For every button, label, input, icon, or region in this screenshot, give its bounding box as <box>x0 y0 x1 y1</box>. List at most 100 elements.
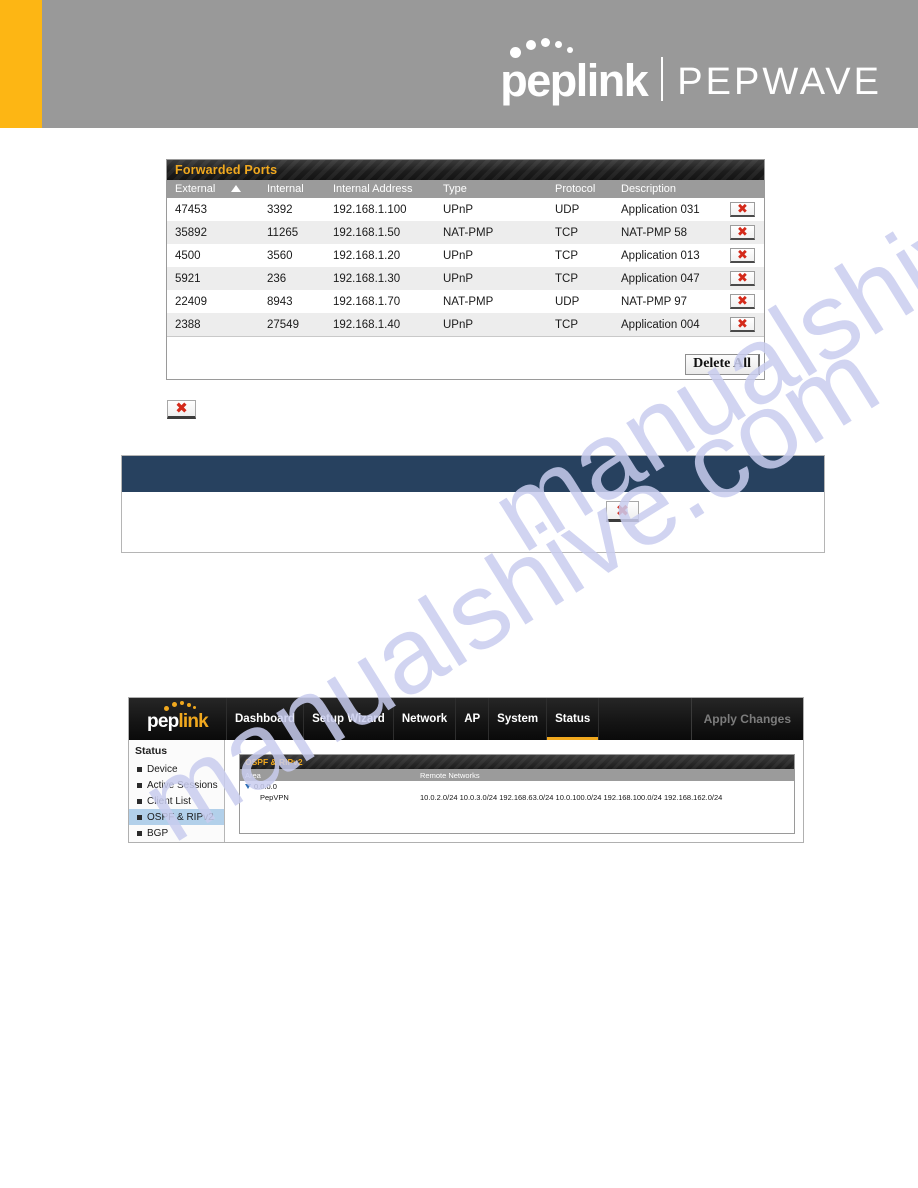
ospf-table-header-row: Area Remote Networks <box>240 769 794 781</box>
nav-item-system[interactable]: System <box>489 698 548 740</box>
cell-protocol: TCP <box>555 226 578 239</box>
cell-type: NAT-PMP <box>443 226 494 239</box>
webui-main-content: OSPF & RIPv2 Area Remote Networks 0.0.0.… <box>225 740 803 842</box>
brand-logo: peplink PEPWAVE <box>500 34 882 104</box>
brand-peplink-text: peplink <box>500 55 649 106</box>
delete-x-icon: ✖ <box>737 247 748 263</box>
column-header-internal[interactable]: Internal <box>267 183 333 195</box>
delete-all-button[interactable]: Delete All <box>685 354 760 375</box>
cell-type: UPnP <box>443 272 474 285</box>
bullet-icon <box>137 798 142 804</box>
sidebar-item-active-sessions[interactable]: Active Sessions <box>129 777 224 793</box>
table-row: 4500 3560 192.168.1.20 UPnP TCP Applicat… <box>167 244 764 267</box>
document-header-band: peplink PEPWAVE <box>0 0 918 128</box>
note-box: ✖ <box>121 455 825 553</box>
brand-peplink-wordmark: peplink <box>500 38 649 106</box>
webui-body: Status Device Active Sessions Client Lis… <box>129 740 803 842</box>
cell-external: 22409 <box>175 295 207 308</box>
table-row: 47453 3392 192.168.1.100 UPnP UDP Applic… <box>167 198 764 221</box>
cell-protocol: TCP <box>555 249 578 262</box>
cell-internal: 8943 <box>267 295 293 308</box>
cell-type: UPnP <box>443 318 474 331</box>
cell-internal: 3560 <box>267 249 293 262</box>
table-row: 35892 11265 192.168.1.50 NAT-PMP TCP NAT… <box>167 221 764 244</box>
nav-item-dashboard[interactable]: Dashboard <box>227 698 305 740</box>
table-row: 2388 27549 192.168.1.40 UPnP TCP Applica… <box>167 313 764 336</box>
web-admin-ui-screenshot: peplink Dashboard Setup Wizard Network A… <box>128 697 804 843</box>
sort-ascending-arrow-icon[interactable] <box>231 183 267 195</box>
ospf-panel-filler <box>240 803 794 833</box>
webui-sidebar: Status Device Active Sessions Client Lis… <box>129 740 225 842</box>
webui-peplink-logo[interactable]: peplink <box>129 698 227 740</box>
sidebar-item-label: Client List <box>147 795 191 807</box>
broken-image-x-icon[interactable]: ✖ <box>606 501 639 522</box>
column-header-type[interactable]: Type <box>443 183 555 195</box>
apply-changes-button[interactable]: Apply Changes <box>692 698 803 740</box>
sidebar-item-label: BGP <box>147 827 169 839</box>
broken-image-x-icon[interactable]: ✖ <box>167 400 196 419</box>
cell-description: Application 031 <box>621 203 700 216</box>
delete-x-icon: ✖ <box>737 270 748 286</box>
delete-row-button[interactable]: ✖ <box>730 248 755 263</box>
triangle-down-icon[interactable] <box>245 784 251 789</box>
cell-internal-address: 192.168.1.30 <box>333 272 401 285</box>
bullet-icon <box>137 782 142 788</box>
column-header-external[interactable]: External <box>167 183 231 195</box>
delete-row-button[interactable]: ✖ <box>730 202 755 217</box>
brand-pepwave-text: PEPWAVE <box>677 61 882 103</box>
nav-item-ap[interactable]: AP <box>456 698 490 740</box>
header-orange-accent <box>0 0 42 128</box>
nav-item-status[interactable]: Status <box>547 698 600 740</box>
cell-internal-address: 192.168.1.100 <box>333 203 407 216</box>
sidebar-item-device[interactable]: Device <box>129 761 224 777</box>
nav-item-setup-wizard[interactable]: Setup Wizard <box>304 698 394 740</box>
note-box-body: ✖ <box>122 492 824 552</box>
ospf-panel-titlebar: OSPF & RIPv2 <box>240 755 794 769</box>
cell-description: NAT-PMP 58 <box>621 226 688 239</box>
sidebar-item-bgp[interactable]: BGP <box>129 825 224 841</box>
column-header-protocol[interactable]: Protocol <box>555 183 621 195</box>
sidebar-item-client-list[interactable]: Client List <box>129 793 224 809</box>
cell-protocol: TCP <box>555 318 578 331</box>
webui-navbar: peplink Dashboard Setup Wizard Network A… <box>129 698 803 740</box>
table-row: 5921 236 192.168.1.30 UPnP TCP Applicati… <box>167 267 764 290</box>
cell-protocol: TCP <box>555 272 578 285</box>
delete-x-icon: ✖ <box>737 316 748 332</box>
cell-description: Application 013 <box>621 249 700 262</box>
brand-divider <box>661 57 664 101</box>
cell-description: Application 004 <box>621 318 700 331</box>
column-header-internal-address[interactable]: Internal Address <box>333 183 443 195</box>
table-header-row: External Internal Internal Address Type … <box>167 180 764 198</box>
ospf-area-row: 0.0.0.0 <box>240 781 794 792</box>
forwarded-ports-panel: Forwarded Ports External Internal Intern… <box>166 159 765 380</box>
peplink-dots-icon <box>164 701 204 711</box>
delete-row-button[interactable]: ✖ <box>730 271 755 286</box>
cell-protocol: UDP <box>555 203 580 216</box>
nav-item-network[interactable]: Network <box>394 698 457 740</box>
sidebar-item-ospf-ripv2[interactable]: OSPF & RIPv2 <box>129 809 224 825</box>
panel-title: Forwarded Ports <box>175 163 278 177</box>
delete-row-button[interactable]: ✖ <box>730 317 755 332</box>
delete-x-icon: ✖ <box>737 293 748 309</box>
cell-external: 35892 <box>175 226 207 239</box>
bullet-icon <box>137 830 142 836</box>
logo-pep-text: pep <box>147 711 179 732</box>
bullet-icon <box>137 766 142 772</box>
cell-external: 4500 <box>175 249 201 262</box>
cell-external: 5921 <box>175 272 201 285</box>
delete-row-button[interactable]: ✖ <box>730 294 755 309</box>
cell-internal: 27549 <box>267 318 299 331</box>
cell-internal: 11265 <box>267 226 299 239</box>
column-header-description[interactable]: Description <box>621 183 721 195</box>
cell-remote-networks: 10.0.2.0/24 10.0.3.0/24 192.168.63.0/24 … <box>420 793 723 802</box>
delete-row-button[interactable]: ✖ <box>730 225 755 240</box>
delete-x-icon: ✖ <box>737 201 748 217</box>
cell-area: PepVPN <box>260 793 289 802</box>
cell-external: 47453 <box>175 203 207 216</box>
sidebar-title: Status <box>135 745 168 757</box>
cell-internal-address: 192.168.1.70 <box>333 295 401 308</box>
navbar-spacer <box>599 698 692 740</box>
cell-area: 0.0.0.0 <box>254 782 277 791</box>
column-header-remote-networks: Remote Networks <box>420 770 480 780</box>
ospf-child-row: PepVPN 10.0.2.0/24 10.0.3.0/24 192.168.6… <box>240 792 794 803</box>
